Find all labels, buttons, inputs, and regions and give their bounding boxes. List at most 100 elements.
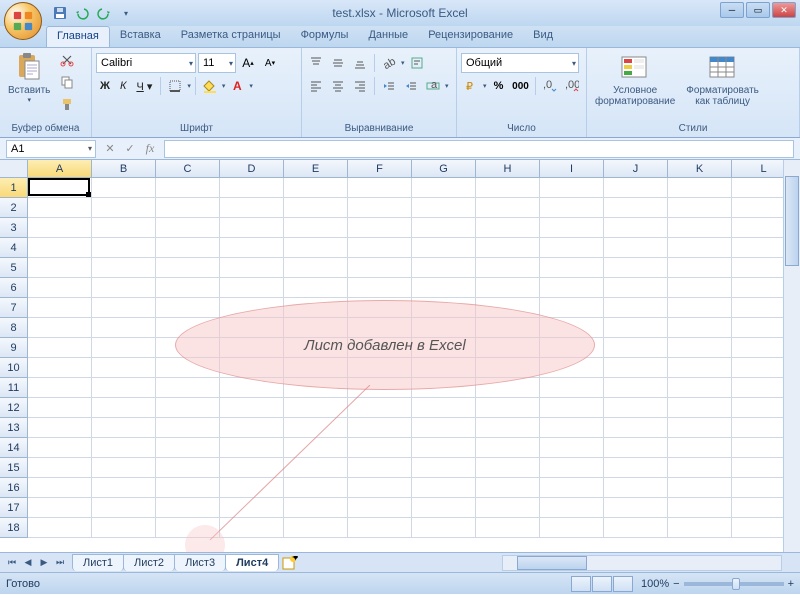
cell[interactable] xyxy=(540,358,604,378)
cell[interactable] xyxy=(92,498,156,518)
cell[interactable] xyxy=(668,398,732,418)
decrease-decimal-icon[interactable]: ,00 xyxy=(562,76,582,96)
cell[interactable] xyxy=(668,438,732,458)
cell[interactable] xyxy=(604,338,668,358)
column-header[interactable]: J xyxy=(604,160,668,178)
cell[interactable] xyxy=(476,358,540,378)
cell[interactable] xyxy=(476,458,540,478)
cell[interactable] xyxy=(604,178,668,198)
row-header[interactable]: 12 xyxy=(0,398,28,418)
align-right-icon[interactable] xyxy=(350,76,370,96)
cell[interactable] xyxy=(476,178,540,198)
cell[interactable] xyxy=(540,518,604,538)
cell[interactable] xyxy=(220,438,284,458)
cell[interactable] xyxy=(604,218,668,238)
cell[interactable] xyxy=(412,478,476,498)
cell[interactable] xyxy=(412,398,476,418)
underline-button[interactable]: Ч ▾ xyxy=(132,78,156,95)
cell[interactable] xyxy=(348,238,412,258)
row-header[interactable]: 2 xyxy=(0,198,28,218)
cell[interactable] xyxy=(540,438,604,458)
column-header[interactable]: C xyxy=(156,160,220,178)
cell[interactable] xyxy=(348,398,412,418)
cell[interactable] xyxy=(156,198,220,218)
name-box[interactable]: A1 xyxy=(6,140,96,158)
cell[interactable] xyxy=(540,398,604,418)
cell[interactable] xyxy=(92,178,156,198)
cell[interactable] xyxy=(540,298,604,318)
cell[interactable] xyxy=(604,378,668,398)
cell[interactable] xyxy=(476,198,540,218)
tab-formulas[interactable]: Формулы xyxy=(291,26,359,47)
cell[interactable] xyxy=(604,478,668,498)
cell[interactable] xyxy=(604,318,668,338)
cell[interactable] xyxy=(156,398,220,418)
format-as-table-button[interactable]: Форматировать как таблицу xyxy=(682,50,763,109)
first-sheet-button[interactable]: ⏮ xyxy=(4,555,20,571)
fill-color-icon[interactable] xyxy=(200,76,220,96)
cell[interactable] xyxy=(92,278,156,298)
cell[interactable] xyxy=(220,518,284,538)
cell[interactable] xyxy=(284,478,348,498)
cell[interactable] xyxy=(476,218,540,238)
cell[interactable] xyxy=(668,318,732,338)
cell[interactable] xyxy=(284,238,348,258)
cell[interactable] xyxy=(92,198,156,218)
tab-data[interactable]: Данные xyxy=(358,26,418,47)
cell[interactable] xyxy=(540,318,604,338)
row-header[interactable]: 14 xyxy=(0,438,28,458)
cell[interactable] xyxy=(284,338,348,358)
cell[interactable] xyxy=(348,198,412,218)
cell[interactable] xyxy=(348,338,412,358)
paste-button[interactable]: Вставить ▾ xyxy=(4,50,54,106)
cell[interactable] xyxy=(476,238,540,258)
cell[interactable] xyxy=(476,338,540,358)
cell[interactable] xyxy=(412,458,476,478)
cell[interactable] xyxy=(92,358,156,378)
cell[interactable] xyxy=(92,398,156,418)
cell[interactable] xyxy=(604,458,668,478)
cell[interactable] xyxy=(28,358,92,378)
cell[interactable] xyxy=(348,178,412,198)
formula-input[interactable] xyxy=(164,140,794,158)
cell[interactable] xyxy=(348,358,412,378)
tab-home[interactable]: Главная xyxy=(46,26,110,47)
maximize-button[interactable]: ▭ xyxy=(746,2,770,18)
cell[interactable] xyxy=(220,258,284,278)
cell[interactable] xyxy=(220,398,284,418)
new-sheet-button[interactable]: ✦ xyxy=(280,555,300,571)
cell[interactable] xyxy=(668,338,732,358)
cell[interactable] xyxy=(348,318,412,338)
align-bottom-icon[interactable] xyxy=(350,53,370,73)
enter-formula-icon[interactable]: ✓ xyxy=(120,140,140,158)
cell[interactable] xyxy=(156,378,220,398)
cell[interactable] xyxy=(540,258,604,278)
tab-pagelayout[interactable]: Разметка страницы xyxy=(171,26,291,47)
cell[interactable] xyxy=(220,218,284,238)
orientation-icon[interactable]: ab xyxy=(379,53,399,73)
cell[interactable] xyxy=(220,358,284,378)
cell[interactable] xyxy=(284,278,348,298)
cell[interactable] xyxy=(156,278,220,298)
cell[interactable] xyxy=(476,398,540,418)
cell[interactable] xyxy=(412,358,476,378)
shrink-font-icon[interactable]: A▾ xyxy=(260,53,280,73)
cell[interactable] xyxy=(668,378,732,398)
cell[interactable] xyxy=(92,238,156,258)
sheet-tab[interactable]: Лист3 xyxy=(174,554,226,571)
cell[interactable] xyxy=(28,278,92,298)
row-header[interactable]: 17 xyxy=(0,498,28,518)
font-size-combo[interactable]: 11 xyxy=(198,53,236,73)
row-header[interactable]: 5 xyxy=(0,258,28,278)
cell[interactable] xyxy=(412,378,476,398)
minimize-button[interactable]: ─ xyxy=(720,2,744,18)
cell[interactable] xyxy=(540,418,604,438)
increase-decimal-icon[interactable]: ,0 xyxy=(540,76,560,96)
cell[interactable] xyxy=(156,518,220,538)
cell[interactable] xyxy=(156,178,220,198)
cell[interactable] xyxy=(284,318,348,338)
cell[interactable] xyxy=(412,258,476,278)
cancel-formula-icon[interactable]: ✕ xyxy=(100,140,120,158)
row-header[interactable]: 1 xyxy=(0,178,28,198)
cell[interactable] xyxy=(476,258,540,278)
